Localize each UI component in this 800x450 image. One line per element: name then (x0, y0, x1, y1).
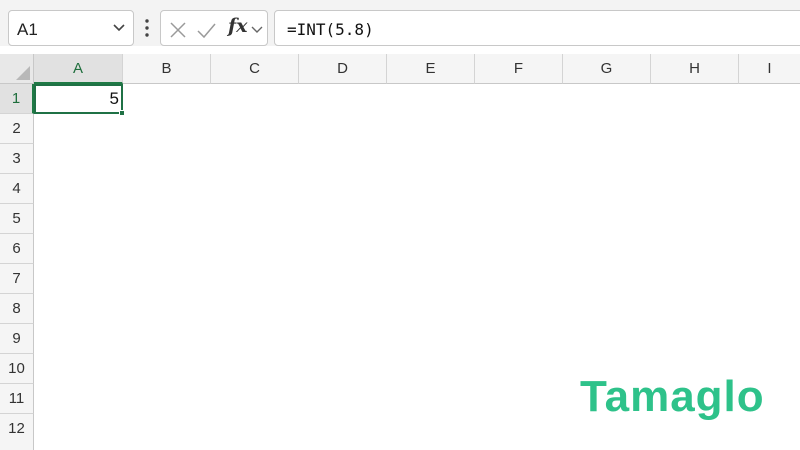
more-options-icon[interactable] (140, 16, 154, 40)
formula-buttons: fx (160, 10, 268, 46)
active-cell-border (34, 84, 123, 114)
cancel-x-icon[interactable] (167, 19, 189, 41)
column-header-d[interactable]: D (299, 54, 387, 84)
row-header-11[interactable]: 11 (0, 384, 34, 414)
row-header-3[interactable]: 3 (0, 144, 34, 174)
row-header-9[interactable]: 9 (0, 324, 34, 354)
column-header-c[interactable]: C (211, 54, 299, 84)
row-header-12[interactable]: 12 (0, 414, 34, 450)
formula-input[interactable]: =INT(5.8) (274, 10, 800, 46)
row-header-10[interactable]: 10 (0, 354, 34, 384)
column-header-g[interactable]: G (563, 54, 651, 84)
chevron-down-icon[interactable] (250, 22, 264, 36)
formula-bar-area: A1 fx =INT(5.8) (0, 0, 800, 46)
name-box-value: A1 (17, 20, 38, 39)
select-all-triangle-icon (16, 66, 30, 80)
column-header-a[interactable]: A (34, 54, 123, 84)
insert-function-button[interactable]: fx (228, 15, 248, 37)
column-header-f[interactable]: F (475, 54, 563, 84)
enter-check-icon[interactable] (195, 19, 217, 41)
column-header-i[interactable]: I (739, 54, 800, 84)
chevron-down-icon[interactable] (111, 19, 127, 35)
row-header-8[interactable]: 8 (0, 294, 34, 324)
column-header-h[interactable]: H (651, 54, 739, 84)
column-header-e[interactable]: E (387, 54, 475, 84)
watermark-logo: Tamaglo (580, 372, 765, 421)
name-box[interactable]: A1 (8, 10, 134, 46)
column-header-b[interactable]: B (123, 54, 211, 84)
row-header-7[interactable]: 7 (0, 264, 34, 294)
row-header-6[interactable]: 6 (0, 234, 34, 264)
select-all-corner[interactable] (0, 54, 34, 84)
row-header-2[interactable]: 2 (0, 114, 34, 144)
row-header-1[interactable]: 1 (0, 84, 34, 114)
formula-text: =INT(5.8) (287, 20, 374, 39)
spreadsheet-window: A1 fx =INT(5.8) A B C D E F G H I 1 2 3 … (0, 0, 800, 450)
fill-handle[interactable] (119, 110, 125, 116)
row-header-4[interactable]: 4 (0, 174, 34, 204)
row-header-5[interactable]: 5 (0, 204, 34, 234)
